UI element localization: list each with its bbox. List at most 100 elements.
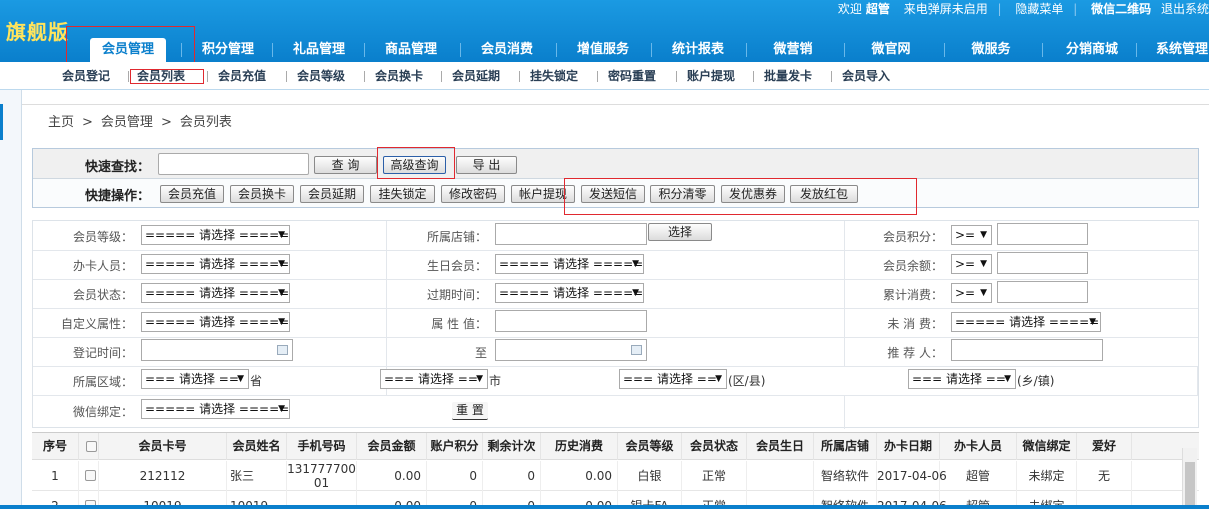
main-nav-tab[interactable]: 分销商城: [1054, 38, 1130, 62]
sub-nav-tab[interactable]: 挂失锁定: [522, 68, 586, 84]
province-select[interactable]: === 请选择 == ▼: [141, 369, 249, 389]
regtime-end-input[interactable]: [495, 339, 647, 361]
table-header: 序号 会员卡号 会员姓名 手机号码 会员金额 账户积分 剩余计次 历史消费 会员等级 会员状态 会员…: [32, 433, 1199, 460]
nav-separator: [1136, 43, 1137, 57]
main-nav-tab[interactable]: 微服务: [956, 38, 1026, 62]
attr-value-input[interactable]: [495, 310, 647, 332]
popup-status-link[interactable]: 来电弹屏未启用: [904, 2, 988, 16]
nav-separator: [746, 43, 747, 57]
reset-button[interactable]: 重 置: [452, 402, 488, 420]
subnav-separator: [286, 71, 287, 82]
subnav-separator: [519, 71, 520, 82]
quick-search-input[interactable]: [158, 153, 309, 175]
row-checkbox[interactable]: [85, 470, 96, 481]
logout-link[interactable]: 退出系统: [1161, 2, 1209, 16]
store-select-button[interactable]: 选择: [648, 223, 712, 241]
quick-ops-label: 快捷操作：: [85, 189, 151, 204]
subnav-separator: [597, 71, 598, 82]
status-select[interactable]: ===== 请选择 ===== ▼: [141, 283, 290, 303]
column-header[interactable]: [79, 433, 99, 460]
breadcrumb-member-mgmt[interactable]: 会员管理: [101, 115, 153, 130]
main-nav-tab[interactable]: 礼品管理: [284, 38, 354, 62]
sub-nav-tab[interactable]: 会员登记: [56, 68, 116, 84]
table-cell: 白银: [618, 461, 682, 491]
referrer-input[interactable]: [951, 339, 1103, 361]
select-all-checkbox[interactable]: [86, 441, 97, 452]
sub-nav-tab[interactable]: 会员导入: [834, 68, 898, 84]
main-nav-tab[interactable]: 统计报表: [663, 38, 733, 62]
main-nav-tab[interactable]: 系统管理: [1148, 38, 1209, 62]
regtime-start-input[interactable]: [141, 339, 293, 361]
store-input[interactable]: [495, 223, 647, 245]
spent-input[interactable]: [997, 281, 1088, 303]
town-unit: (乡/镇): [1017, 374, 1055, 388]
column-header: 手机号码: [287, 433, 357, 460]
table-cell: 13177770001: [287, 461, 357, 491]
sub-nav-tab[interactable]: 批量发卡: [756, 68, 820, 84]
sub-nav-tab[interactable]: 会员延期: [444, 68, 508, 84]
column-header: 爱好: [1077, 433, 1132, 460]
table-cell: 智络软件: [814, 461, 877, 491]
vertical-scrollbar[interactable]: [1182, 448, 1197, 509]
table-cell: 0: [427, 461, 483, 491]
highlight-box-ops: [564, 178, 917, 215]
main-nav-tab[interactable]: 微官网: [856, 38, 926, 62]
level-select[interactable]: ===== 请选择 ===== ▼: [141, 225, 290, 245]
points-op-select[interactable]: >= ▼: [951, 225, 992, 245]
quick-op-button[interactable]: 挂失锁定: [370, 185, 435, 203]
no-consume-select[interactable]: ===== 请选择 ===== ▼: [951, 312, 1101, 332]
city-unit: 市: [489, 374, 502, 388]
wechat-bind-select[interactable]: ===== 请选择 ===== ▼: [141, 399, 290, 419]
table-cell: 未绑定: [1017, 461, 1077, 491]
balance-op-select[interactable]: >= ▼: [951, 254, 992, 274]
nav-separator: [272, 43, 273, 57]
filter-panel: 会员等级： ===== 请选择 ===== ▼ 所属店铺： 选择 会员积分： >=…: [32, 220, 1199, 429]
nav-separator: [364, 43, 365, 57]
points-input[interactable]: [997, 223, 1088, 245]
city-select[interactable]: === 请选择 == ▼: [380, 369, 488, 389]
table-row[interactable]: 1 212112 张三 13177770001 0.00 0 0 0.00 白银 正常 智络软件 20…: [32, 461, 1199, 491]
wechat-qr-link[interactable]: 微信二维码: [1091, 2, 1151, 16]
calendar-icon[interactable]: [631, 345, 642, 355]
subnav-separator: [441, 71, 442, 82]
expire-select[interactable]: ===== 请选择 ===== ▼: [495, 283, 644, 303]
quick-op-button[interactable]: 修改密码: [441, 185, 505, 203]
calendar-icon[interactable]: [277, 345, 288, 355]
column-header: 账户积分: [427, 433, 483, 460]
quick-op-button[interactable]: 会员延期: [300, 185, 364, 203]
main-nav-tab[interactable]: 会员消费: [472, 38, 542, 62]
balance-input[interactable]: [997, 252, 1088, 274]
sub-nav-tab[interactable]: 会员等级: [289, 68, 353, 84]
hide-menu-link[interactable]: 隐藏菜单: [1015, 2, 1063, 16]
breadcrumb-home[interactable]: 主页: [48, 115, 74, 130]
left-sidebar-strip: [0, 90, 22, 509]
district-select[interactable]: === 请选择 == ▼: [619, 369, 727, 389]
column-header: 剩余计次: [483, 433, 541, 460]
nav-separator: [844, 43, 845, 57]
custom-attr-select[interactable]: ===== 请选择 ===== ▼: [141, 312, 290, 332]
quick-op-button[interactable]: 会员换卡: [230, 185, 294, 203]
province-unit: 省: [250, 374, 263, 388]
table-cell: 212112: [99, 461, 227, 491]
sub-nav-tab[interactable]: 会员充值: [210, 68, 274, 84]
nav-separator: [556, 43, 557, 57]
subnav-separator: [128, 71, 129, 82]
sub-nav-tab[interactable]: 会员换卡: [367, 68, 431, 84]
export-button[interactable]: 导 出: [456, 156, 517, 174]
column-header: 会员金额: [357, 433, 427, 460]
quick-op-button[interactable]: 会员充值: [160, 185, 224, 203]
row-checkbox-cell[interactable]: [79, 461, 99, 491]
main-nav-tab[interactable]: 微营销: [758, 38, 828, 62]
birthday-select[interactable]: ===== 请选择 ===== ▼: [495, 254, 644, 274]
main-nav-tab[interactable]: 积分管理: [193, 38, 263, 62]
spent-op-select[interactable]: >= ▼: [951, 283, 992, 303]
main-nav-tab[interactable]: 商品管理: [376, 38, 446, 62]
issuer-select[interactable]: ===== 请选择 ===== ▼: [141, 254, 290, 274]
spent-label: 累计消费：: [882, 288, 943, 302]
town-select[interactable]: === 请选择 == ▼: [908, 369, 1016, 389]
sub-nav-tab[interactable]: 密码重置: [600, 68, 664, 84]
main-nav-tab[interactable]: 增值服务: [568, 38, 638, 62]
sub-nav-tab[interactable]: 账户提现: [679, 68, 743, 84]
query-button[interactable]: 查 询: [314, 156, 377, 174]
highlight-box-brand: [66, 26, 195, 64]
